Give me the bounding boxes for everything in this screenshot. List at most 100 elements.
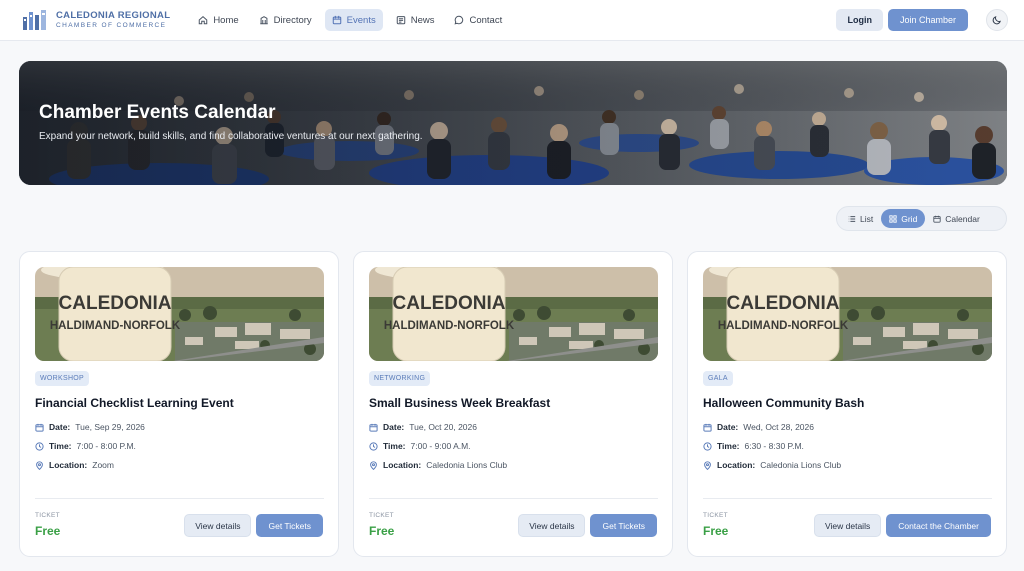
location-pin-icon [704,460,711,470]
event-category-badge: WORKSHOP [35,371,90,386]
event-time-value: 7:00 - 8:00 P.M. [76,441,136,451]
moon-icon [992,16,1001,25]
event-title[interactable]: Small Business Week Breakfast [369,396,550,410]
water-tower-photo: CALEDONIA HALDIMAND-NORFOLK [369,267,658,361]
ticket-label: TICKET [35,512,60,519]
clock-icon [703,441,712,451]
card-primary-action-button[interactable]: Contact the Chamber [886,514,991,537]
brand-subtitle: CHAMBER OF COMMERCE [56,21,167,29]
event-location: Location: Caledonia Lions Club [369,460,507,470]
calendar-icon [35,423,44,432]
event-location-value: Caledonia Lions Club [426,460,508,470]
event-title[interactable]: Halloween Community Bash [703,396,864,410]
svg-text:HALDIMAND-NORFOLK: HALDIMAND-NORFOLK [718,320,849,332]
view-details-button[interactable]: View details [518,514,586,537]
event-card: CALEDONIA HALDIMAND-NORFOLK WORKSHOP Fin… [19,251,339,557]
chat-icon [455,15,464,25]
nav-events[interactable]: Events [324,9,383,31]
main-nav: Home Directory Events News Contact [191,9,509,31]
event-location-label: Location: [49,460,88,470]
home-icon [199,15,208,25]
event-date-label: Date: [717,422,739,432]
card-primary-action-button[interactable]: Get Tickets [256,514,323,537]
nav-news[interactable]: News [389,9,442,31]
event-time: Time: 7:00 - 9:00 A.M. [369,441,471,451]
nav-home-label: Home [213,14,239,26]
water-tower-photo: CALEDONIA HALDIMAND-NORFOLK [703,267,992,361]
card-divider [35,498,324,499]
event-date-label: Date: [49,422,71,432]
location-pin-icon [370,460,377,470]
nav-home[interactable]: Home [191,9,245,31]
event-date-label: Date: [383,422,405,432]
calendar-icon [369,423,378,432]
event-date-value: Wed, Oct 28, 2026 [743,422,814,432]
event-card: CALEDONIA HALDIMAND-NORFOLK NETWORKING S… [353,251,673,557]
event-time-value: 6:30 - 8:30 P.M. [744,441,804,451]
event-time-label: Time: [717,441,740,451]
view-toggle: List Grid Calendar [836,206,1007,231]
svg-text:HALDIMAND-NORFOLK: HALDIMAND-NORFOLK [50,320,181,332]
event-date-value: Tue, Oct 20, 2026 [409,422,477,432]
view-details-button[interactable]: View details [184,514,252,537]
view-calendar-label: Calendar [945,213,980,224]
event-time-label: Time: [383,441,406,451]
view-list-label: List [860,213,874,224]
event-card: CALEDONIA HALDIMAND-NORFOLK GALA Hallowe… [687,251,1007,557]
clock-icon [35,441,44,451]
nav-directory[interactable]: Directory [252,9,319,31]
ticket-price: Free [35,524,61,538]
view-grid-label: Grid [901,213,918,224]
nav-news-label: News [410,14,435,26]
chamber-logo-icon [23,10,46,30]
calendar-icon [703,423,712,432]
event-time-value: 7:00 - 9:00 A.M. [410,441,471,451]
event-image[interactable]: CALEDONIA HALDIMAND-NORFOLK [703,267,992,361]
nav-directory-label: Directory [273,14,312,26]
event-image[interactable]: CALEDONIA HALDIMAND-NORFOLK [369,267,658,361]
event-time: Time: 7:00 - 8:00 P.M. [35,441,136,451]
svg-text:CALEDONIA: CALEDONIA [59,293,172,314]
calendar-icon [332,15,341,25]
event-time-label: Time: [49,441,72,451]
theme-toggle-button[interactable] [986,9,1008,31]
nav-contact-label: Contact [469,14,503,26]
event-location-label: Location: [717,460,756,470]
svg-text:CALEDONIA: CALEDONIA [393,293,506,314]
ticket-label: TICKET [703,512,728,519]
card-divider [369,498,658,499]
join-chamber-button[interactable]: Join Chamber [887,9,968,31]
newspaper-icon [396,16,405,25]
event-image[interactable]: CALEDONIA HALDIMAND-NORFOLK [35,267,324,361]
page-title: Chamber Events Calendar [39,102,276,123]
event-title[interactable]: Financial Checklist Learning Event [35,396,234,410]
brand-name: CALEDONIA REGIONAL [56,10,171,21]
event-location: Location: Caledonia Lions Club [703,460,841,470]
building-icon [259,16,268,25]
view-grid-button[interactable]: Grid [881,209,926,228]
svg-text:CALEDONIA: CALEDONIA [727,293,840,314]
svg-text:HALDIMAND-NORFOLK: HALDIMAND-NORFOLK [384,320,515,332]
list-icon [848,215,856,222]
ticket-label: TICKET [369,512,394,519]
event-category-badge: GALA [703,371,733,386]
nav-events-label: Events [346,14,376,26]
nav-contact[interactable]: Contact [447,9,509,31]
brand[interactable]: CALEDONIA REGIONAL CHAMBER OF COMMERCE [22,9,170,31]
login-button[interactable]: Login [836,9,883,31]
view-calendar-button[interactable]: Calendar [925,209,988,228]
card-divider [703,498,992,499]
calendar-icon [933,215,941,223]
event-location-value: Zoom [92,460,114,470]
hero-banner: Chamber Events Calendar Expand your netw… [19,61,1007,185]
view-details-button[interactable]: View details [814,514,882,537]
clock-icon [369,441,378,451]
event-location-label: Location: [383,460,422,470]
top-navbar: CALEDONIA REGIONAL CHAMBER OF COMMERCE H… [0,0,1024,41]
card-primary-action-button[interactable]: Get Tickets [590,514,657,537]
view-list-button[interactable]: List [840,209,881,228]
event-date: Date: Wed, Oct 28, 2026 [703,422,814,432]
event-date-value: Tue, Sep 29, 2026 [75,422,145,432]
hero-subtitle: Expand your network, build skills, and f… [39,131,423,142]
event-category-badge: NETWORKING [369,371,431,386]
